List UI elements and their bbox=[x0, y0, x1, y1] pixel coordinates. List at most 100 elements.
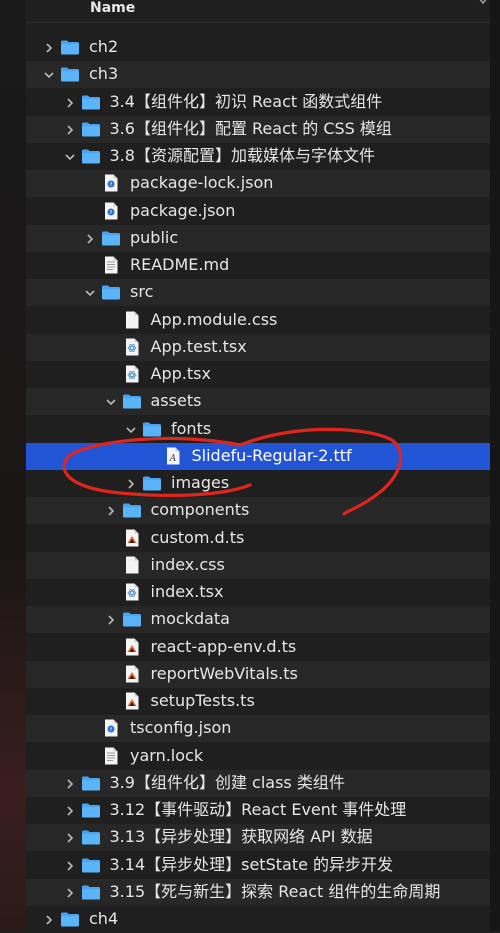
chevron-down-icon[interactable] bbox=[83, 285, 97, 299]
chevron-down-icon[interactable] bbox=[104, 394, 118, 408]
svg-text:f: f bbox=[110, 182, 112, 188]
file-row-assets[interactable]: assets bbox=[26, 388, 490, 416]
file-row-label: yarn.lock bbox=[130, 745, 204, 765]
file-row-label: 3.14【异步处理】setState 的异步开发 bbox=[109, 854, 394, 874]
chevron-right-icon[interactable] bbox=[83, 231, 97, 245]
chevron-right-icon[interactable] bbox=[63, 95, 77, 109]
svg-text:A: A bbox=[168, 454, 176, 464]
column-header-name[interactable]: Name bbox=[26, 0, 490, 23]
file-row-package-lock-json[interactable]: f package-lock.json bbox=[26, 170, 490, 198]
file-row-3-8[interactable]: 3.8【资源配置】加载媒体与字体文件 bbox=[26, 143, 490, 170]
file-row-reportwebvitals-ts[interactable]: reportWebVitals.ts bbox=[26, 660, 490, 688]
svg-text:f: f bbox=[110, 727, 112, 733]
background-left-edge bbox=[0, 0, 26, 931]
file-row-images[interactable]: images bbox=[26, 470, 490, 497]
file-row-ch3[interactable]: ch3 bbox=[26, 61, 490, 89]
file-row-src[interactable]: src bbox=[26, 279, 490, 307]
chevron-right-icon[interactable] bbox=[42, 40, 56, 54]
file-row-label: index.tsx bbox=[150, 582, 224, 601]
file-row-label: mockdata bbox=[150, 609, 230, 629]
file-row-custom-d-ts[interactable]: custom.d.ts bbox=[26, 525, 490, 552]
file-row-public[interactable]: public bbox=[26, 224, 490, 252]
file-row-label: ch4 bbox=[89, 909, 119, 928]
ts-file-icon bbox=[122, 691, 142, 711]
folder-icon bbox=[122, 609, 142, 629]
file-row-label: 3.4【组件化】初识 React 函数式组件 bbox=[109, 91, 383, 111]
json-file-icon: f bbox=[101, 718, 121, 738]
folder-icon bbox=[81, 800, 101, 820]
folder-icon bbox=[122, 500, 142, 520]
chevron-right-icon[interactable] bbox=[104, 503, 118, 517]
file-row-ch4[interactable]: ch4 bbox=[26, 906, 490, 933]
folder-icon bbox=[60, 37, 80, 57]
react-file-icon bbox=[122, 337, 142, 357]
column-header-label: Name bbox=[90, 0, 136, 16]
file-row-app-tsx[interactable]: App.tsx bbox=[26, 361, 490, 388]
file-row-app-test-tsx[interactable]: App.test.tsx bbox=[26, 333, 490, 361]
file-row-3-6-react-css[interactable]: 3.6【组件化】配置 React 的 CSS 模组 bbox=[26, 115, 490, 143]
folder-icon bbox=[81, 146, 101, 166]
file-row-label: App.module.css bbox=[150, 309, 278, 329]
plain-file-icon bbox=[122, 310, 142, 330]
chevron-down-icon[interactable] bbox=[63, 149, 77, 163]
sort-chevron-icon[interactable] bbox=[478, 0, 488, 10]
file-row-yarn-lock[interactable]: yarn.lock bbox=[26, 743, 490, 770]
chevron-right-icon[interactable] bbox=[42, 912, 56, 926]
file-row-readme-md[interactable]: README.md bbox=[26, 252, 490, 279]
folder-icon bbox=[122, 391, 142, 411]
chevron-right-icon[interactable] bbox=[104, 612, 118, 626]
file-row-label: 3.8【资源配置】加载媒体与字体文件 bbox=[109, 146, 375, 165]
file-row-3-14-setstate[interactable]: 3.14【异步处理】setState 的异步开发 bbox=[26, 852, 490, 879]
file-row-package-json[interactable]: f package.json bbox=[26, 198, 490, 225]
folder-icon bbox=[142, 473, 162, 493]
file-row-ch2[interactable]: ch2 bbox=[26, 34, 490, 61]
folder-icon bbox=[60, 909, 80, 929]
chevron-right-icon[interactable] bbox=[63, 830, 77, 844]
chevron-right-icon[interactable] bbox=[63, 858, 77, 872]
file-row-3-12-react-event[interactable]: 3.12【事件驱动】React Event 事件处理 bbox=[26, 797, 490, 824]
file-row-app-module-css[interactable]: App.module.css bbox=[26, 307, 490, 334]
file-row-tsconfig-json[interactable]: f tsconfig.json bbox=[26, 715, 490, 743]
chevron-right-icon[interactable] bbox=[63, 776, 77, 790]
file-row-index-tsx[interactable]: index.tsx bbox=[26, 579, 490, 606]
file-row-label: 3.9【组件化】创建 class 类组件 bbox=[109, 772, 345, 792]
file-row-mockdata[interactable]: mockdata bbox=[26, 606, 490, 634]
text-file-icon bbox=[101, 255, 121, 275]
file-row-label: package-lock.json bbox=[130, 173, 274, 193]
file-row-slidefu-regular-2-ttf[interactable]: A Slidefu-Regular-2.ttf bbox=[26, 442, 490, 470]
chevron-right-icon[interactable] bbox=[63, 803, 77, 817]
json-file-icon: f bbox=[101, 201, 121, 221]
file-row-fonts[interactable]: fonts bbox=[26, 416, 490, 443]
scrollbar-track[interactable] bbox=[490, 0, 500, 931]
file-row-label: 3.13【异步处理】获取网络 API 数据 bbox=[109, 827, 373, 847]
file-row-label: fonts bbox=[171, 418, 212, 438]
file-row-setuptests-ts[interactable]: setupTests.ts bbox=[26, 688, 490, 715]
font-file-icon: A bbox=[163, 446, 183, 466]
folder-icon bbox=[81, 92, 101, 112]
file-row-label: 3.15【死与新生】探索 React 组件的生命周期 bbox=[109, 881, 441, 901]
chevron-right-icon[interactable] bbox=[63, 885, 77, 899]
chevron-right-icon[interactable] bbox=[63, 122, 77, 136]
plain-file-icon bbox=[122, 555, 142, 575]
file-row-3-15-react[interactable]: 3.15【死与新生】探索 React 组件的生命周期 bbox=[26, 878, 490, 906]
file-row-label: ch2 bbox=[89, 37, 119, 56]
file-row-3-13-api[interactable]: 3.13【异步处理】获取网络 API 数据 bbox=[26, 824, 490, 852]
chevron-down-icon[interactable] bbox=[42, 67, 56, 81]
file-row-label: 3.6【组件化】配置 React 的 CSS 模组 bbox=[109, 118, 392, 138]
ts-file-icon bbox=[122, 664, 142, 684]
finder-list-view: Name ch2 ch3 3.4【组件化】初识 React 函数式组件 3.6【组件化… bbox=[26, 0, 490, 931]
file-row-react-app-env-d-ts[interactable]: react-app-env.d.ts bbox=[26, 634, 490, 661]
file-row-3-4-react[interactable]: 3.4【组件化】初识 React 函数式组件 bbox=[26, 89, 490, 116]
chevron-down-icon[interactable] bbox=[124, 422, 138, 436]
file-row-label: reportWebVitals.ts bbox=[150, 663, 298, 683]
file-row-index-css[interactable]: index.css bbox=[26, 551, 490, 579]
svg-text:f: f bbox=[110, 210, 112, 216]
file-row-label: src bbox=[130, 282, 154, 302]
folder-icon bbox=[81, 855, 101, 875]
file-row-3-9-class[interactable]: 3.9【组件化】创建 class 类组件 bbox=[26, 769, 490, 797]
file-row-label: setupTests.ts bbox=[150, 691, 255, 710]
chevron-right-icon[interactable] bbox=[124, 476, 138, 490]
file-row-label: images bbox=[171, 473, 230, 492]
file-row-label: Slidefu-Regular-2.ttf bbox=[191, 445, 352, 465]
file-row-components[interactable]: components bbox=[26, 497, 490, 525]
